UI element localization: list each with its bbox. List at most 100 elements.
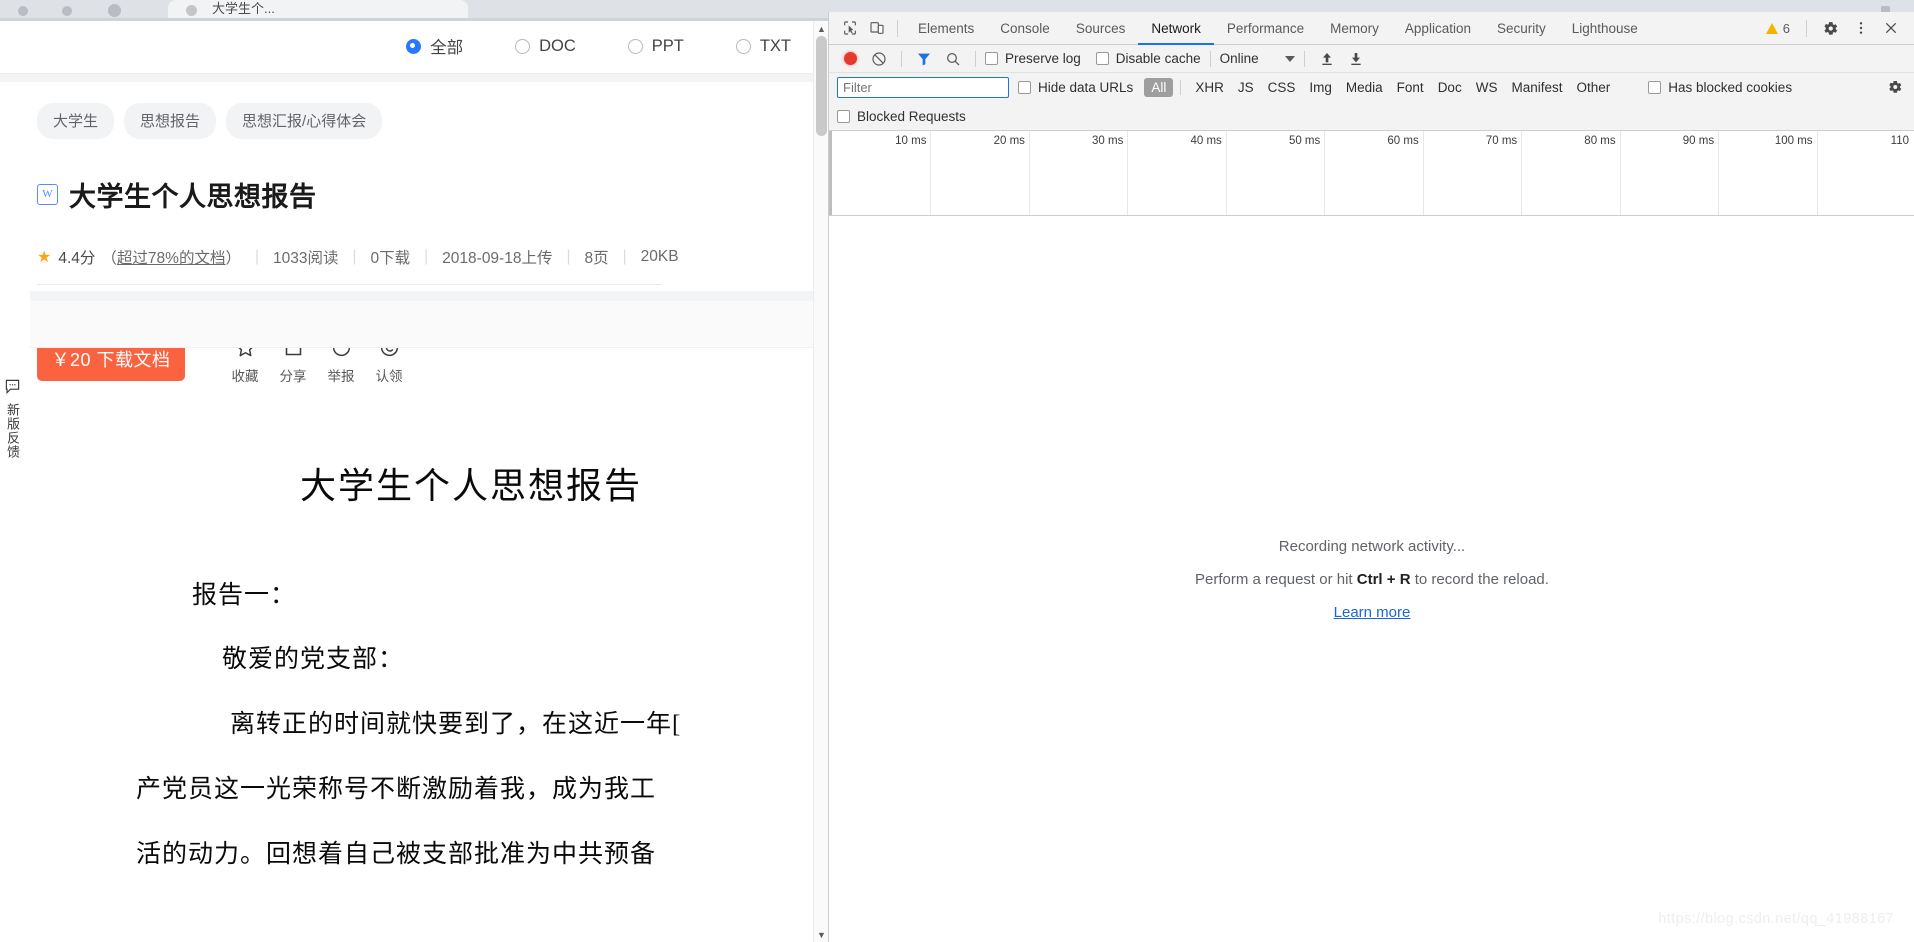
file-size: 20KB <box>640 248 679 266</box>
timeline-gridline <box>1324 131 1326 215</box>
tag-item[interactable]: 思想汇报/心得体会 <box>226 103 383 139</box>
radio-label-txt: TXT <box>759 36 791 55</box>
favorite-label: 收藏 <box>231 369 259 385</box>
hide-data-urls-label: Hide data URLs <box>1038 80 1134 95</box>
tag-item[interactable]: 思想报告 <box>124 103 217 139</box>
type-filter-css[interactable]: CSS <box>1261 78 1303 97</box>
device-toolbar-icon[interactable] <box>863 15 890 42</box>
close-icon[interactable] <box>1877 15 1904 42</box>
reload-button[interactable] <box>108 4 121 17</box>
timeline-gridlines: 10 ms 20 ms 30 ms 40 ms 50 ms 60 ms 70 ms 80 ms… <box>829 131 1914 215</box>
timeline-tick-label: 110 <box>1890 135 1909 147</box>
type-filter-js[interactable]: JS <box>1231 78 1261 97</box>
rating-score: 4.4分 <box>58 250 96 268</box>
tab-sources[interactable]: Sources <box>1063 12 1139 45</box>
preview-paragraph: 报告一： <box>192 582 297 609</box>
type-filter-xhr[interactable]: XHR <box>1188 78 1231 97</box>
scroll-down-icon[interactable]: ▼ <box>814 927 828 942</box>
tag-item[interactable]: 大学生 <box>37 103 115 139</box>
tab-console[interactable]: Console <box>987 12 1063 45</box>
preserve-log-label: Preserve log <box>1005 51 1081 66</box>
network-toolbar: Preserve log Disable cache Online <box>829 45 1914 73</box>
network-settings-gear-icon[interactable] <box>1884 76 1906 98</box>
document-preview[interactable]: 大学生个人思想报告 报告一： 敬爱的党支部： 离转正的时间就快要到了，在这近一年… <box>0 384 813 942</box>
timeline-tick-label: 50 ms <box>1288 135 1321 147</box>
page-title: 大学生个人思想报告 <box>69 182 317 213</box>
resource-type-filters: All XHR JS CSS Img Media Font Doc WS Man… <box>1144 78 1617 97</box>
tag-list: 大学生 思想报告 思想汇报/心得体会 <box>0 82 813 139</box>
ad-placeholder-band <box>30 291 813 348</box>
blocked-requests-bar: Blocked Requests <box>829 102 1914 131</box>
tab-performance[interactable]: Performance <box>1214 12 1317 45</box>
tab-memory[interactable]: Memory <box>1317 12 1392 45</box>
inspect-element-icon[interactable] <box>836 15 863 42</box>
blocked-requests-label: Blocked Requests <box>857 108 966 124</box>
scroll-up-icon[interactable]: ▲ <box>814 21 828 36</box>
has-blocked-cookies-checkbox[interactable]: Has blocked cookies <box>1648 80 1792 95</box>
back-button[interactable] <box>18 6 28 16</box>
blocked-requests-checkbox[interactable]: Blocked Requests <box>837 109 966 124</box>
clear-button[interactable] <box>866 46 892 72</box>
tab-network[interactable]: Network <box>1138 12 1214 45</box>
type-filter-ws[interactable]: WS <box>1469 78 1505 97</box>
type-filter-doc[interactable]: Doc <box>1431 78 1469 97</box>
radio-option-ppt[interactable]: PPT <box>627 37 684 56</box>
meta-divider: | <box>566 248 571 266</box>
tab-lighthouse[interactable]: Lighthouse <box>1559 12 1651 45</box>
toolbar-divider <box>975 50 976 67</box>
document-meta: ★ 4.4分 （超过78%的文档） | 1033阅读 | 0下载 | 2018-… <box>0 232 813 268</box>
radio-label-all: 全部 <box>430 39 464 57</box>
learn-more-link[interactable]: Learn more <box>1334 604 1411 621</box>
throttle-select[interactable]: Online <box>1220 51 1295 66</box>
network-overview-timeline[interactable]: 10 ms 20 ms 30 ms 40 ms 50 ms 60 ms 70 ms 80 ms… <box>829 131 1914 216</box>
page-scrollbar[interactable]: ▲ ▼ <box>813 21 828 942</box>
disable-cache-label: Disable cache <box>1115 51 1201 66</box>
toolbar-divider <box>901 50 902 67</box>
radio-option-txt[interactable]: TXT <box>735 36 791 56</box>
meta-divider: | <box>424 248 429 266</box>
gear-icon[interactable] <box>1817 15 1844 42</box>
type-filter-img[interactable]: Img <box>1302 78 1339 97</box>
read-count: 1033阅读 <box>273 250 339 268</box>
toolbar-divider <box>1806 19 1807 37</box>
chevron-down-icon <box>1284 55 1295 62</box>
warning-count-badge[interactable]: 6 <box>1760 21 1796 36</box>
screenshot-root: 大学生个... 全部 DOC PPT TXT 大学生 思想报告 思想汇报/心得体… <box>0 0 1914 942</box>
scrollbar-thumb[interactable] <box>816 36 827 136</box>
web-page-pane: 全部 DOC PPT TXT 大学生 思想报告 思想汇报/心得体会 W 大学生个… <box>0 21 828 942</box>
preserve-log-checkbox[interactable]: Preserve log <box>985 51 1081 66</box>
word-doc-icon: W <box>37 184 58 206</box>
filter-toggle-icon[interactable] <box>911 46 937 72</box>
type-filter-other[interactable]: Other <box>1569 78 1617 97</box>
search-icon[interactable] <box>940 46 966 72</box>
radio-option-all[interactable]: 全部 <box>406 34 463 58</box>
export-har-icon[interactable] <box>1343 46 1369 72</box>
type-filter-font[interactable]: Font <box>1390 78 1431 97</box>
recording-status-text: Recording network activity... <box>1278 537 1466 555</box>
type-filter-all[interactable]: All <box>1144 78 1174 97</box>
type-filter-manifest[interactable]: Manifest <box>1504 78 1569 97</box>
page-content: 全部 DOC PPT TXT 大学生 思想报告 思想汇报/心得体会 W 大学生个… <box>0 21 813 942</box>
has-blocked-cookies-label: Has blocked cookies <box>1668 80 1793 95</box>
filter-input[interactable] <box>837 77 1009 98</box>
more-options-icon[interactable] <box>1847 15 1874 42</box>
hide-data-urls-checkbox[interactable]: Hide data URLs <box>1018 80 1133 95</box>
forward-button[interactable] <box>62 6 72 16</box>
doc-type-filter-bar: 全部 DOC PPT TXT <box>0 21 813 73</box>
radio-option-doc[interactable]: DOC <box>515 37 576 56</box>
share-label: 分享 <box>279 369 307 385</box>
tab-security[interactable]: Security <box>1484 12 1559 45</box>
disable-cache-checkbox[interactable]: Disable cache <box>1095 51 1201 66</box>
type-filter-media[interactable]: Media <box>1339 78 1390 97</box>
speech-bubble-icon <box>4 379 21 399</box>
feedback-tab[interactable]: 新版反馈 <box>2 379 22 459</box>
record-button[interactable] <box>837 46 863 72</box>
devtools-tabbar: Elements Console Sources Network Perform… <box>829 12 1914 45</box>
devtools-tabbar-right: 6 <box>1760 15 1908 42</box>
rating-note: （超过78%的文档） <box>101 250 241 268</box>
preview-paragraph: 敬爱的党支部： <box>222 646 405 673</box>
import-har-icon[interactable] <box>1314 46 1340 72</box>
tab-application[interactable]: Application <box>1392 12 1484 45</box>
tab-elements[interactable]: Elements <box>905 12 987 45</box>
toolbar-divider <box>1303 50 1305 67</box>
